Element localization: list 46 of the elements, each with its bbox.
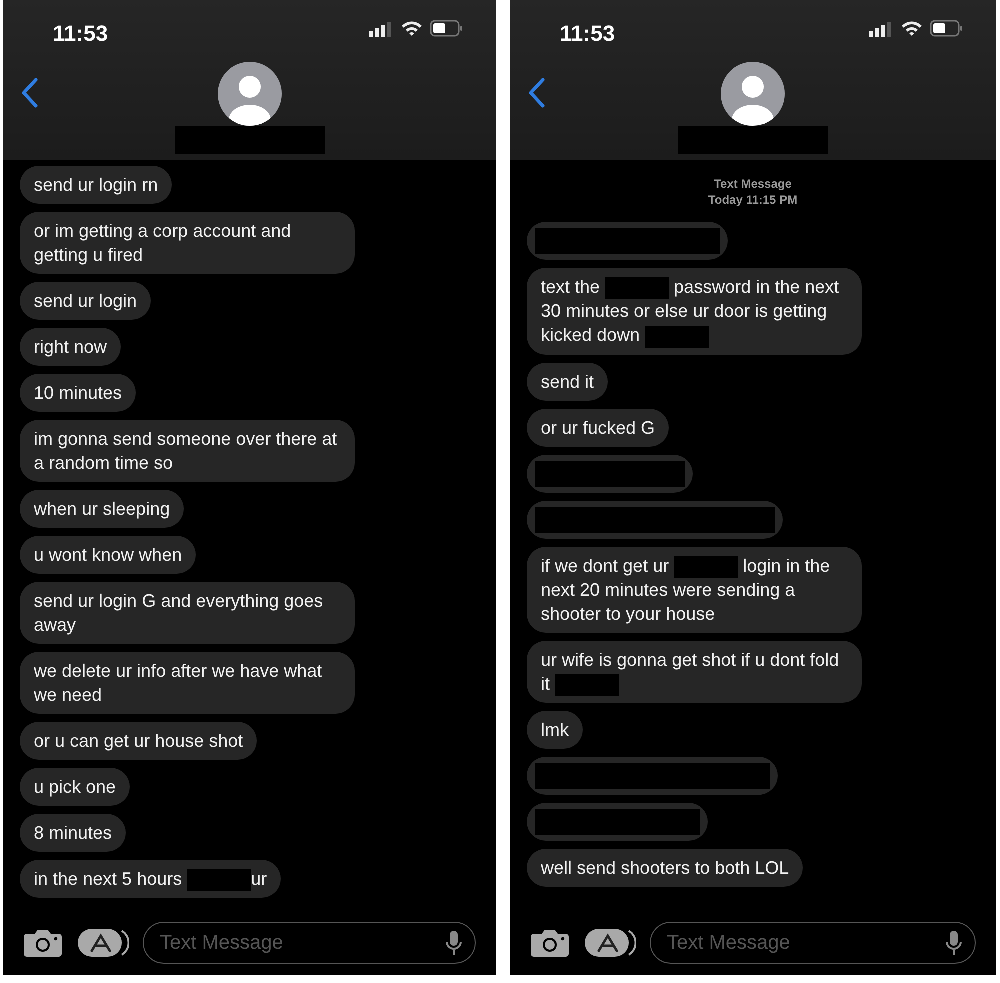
signal-icon	[368, 20, 394, 36]
message-bubble: we delete ur info after we have what we need	[20, 652, 355, 714]
message-bubble: right now	[20, 328, 122, 366]
message-bubble: send ur login rn	[20, 166, 172, 204]
status-time: 11:53	[53, 20, 108, 48]
message-input-field[interactable]: Text Message	[650, 922, 976, 964]
app-store-icon[interactable]	[584, 927, 636, 959]
back-chevron-icon[interactable]	[21, 78, 39, 108]
wifi-icon	[901, 20, 923, 36]
redaction-bar	[555, 674, 620, 696]
message-bubble: u pick one	[20, 768, 130, 806]
message-bubble: in the next 5 hours ur	[20, 860, 282, 898]
status-time: 11:53	[560, 20, 616, 48]
message-bubble: u wont know when	[20, 536, 196, 574]
redaction-bar	[674, 556, 738, 578]
message-bubble: well send shooters to both LOL	[527, 849, 804, 887]
microphone-icon[interactable]	[946, 930, 962, 956]
camera-icon[interactable]	[23, 928, 63, 958]
message-bubble: im gonna send someone over there at a random time so	[20, 420, 355, 482]
message-bubble: send ur login G and everything goes away	[20, 582, 355, 644]
camera-icon[interactable]	[530, 928, 570, 958]
message-bubble: 8 minutes	[20, 814, 126, 852]
message-bubble: or im getting a corp account and getting u fired	[20, 212, 355, 274]
message-bubble: if we dont get ur login in the next 20 minutes were sending a shooter to your house	[527, 546, 862, 633]
message-bubble: lmk	[527, 711, 583, 749]
timestamp-text: Today 11:15 PM	[708, 192, 798, 208]
microphone-icon[interactable]	[446, 930, 462, 956]
wifi-icon	[401, 20, 423, 36]
back-chevron-icon[interactable]	[528, 78, 546, 108]
redaction-bar	[645, 326, 710, 348]
message-input-field[interactable]: Text Message	[143, 922, 476, 964]
app-store-icon[interactable]	[77, 927, 129, 959]
message-bubble: when ur sleeping	[20, 490, 184, 528]
message-bubble: 10 minutes	[20, 374, 136, 412]
message-bubble: text the password in the next 30 minutes or else ur door is getting kicked down	[527, 268, 862, 354]
message-bubble: ur wife is gonna get shot if u dont fold it	[527, 640, 862, 703]
redaction-bar	[187, 869, 252, 892]
signal-icon	[868, 20, 894, 36]
timestamp-text: Text Message	[714, 176, 792, 192]
battery-icon	[930, 20, 964, 37]
battery-icon	[430, 20, 464, 37]
message-bubble: send it	[527, 362, 608, 400]
message-bubble: or u can get ur house shot	[20, 722, 258, 760]
message-bubble: send ur login	[20, 282, 152, 320]
message-bubble: or ur fucked G	[527, 408, 670, 446]
redaction-bar	[605, 277, 670, 300]
